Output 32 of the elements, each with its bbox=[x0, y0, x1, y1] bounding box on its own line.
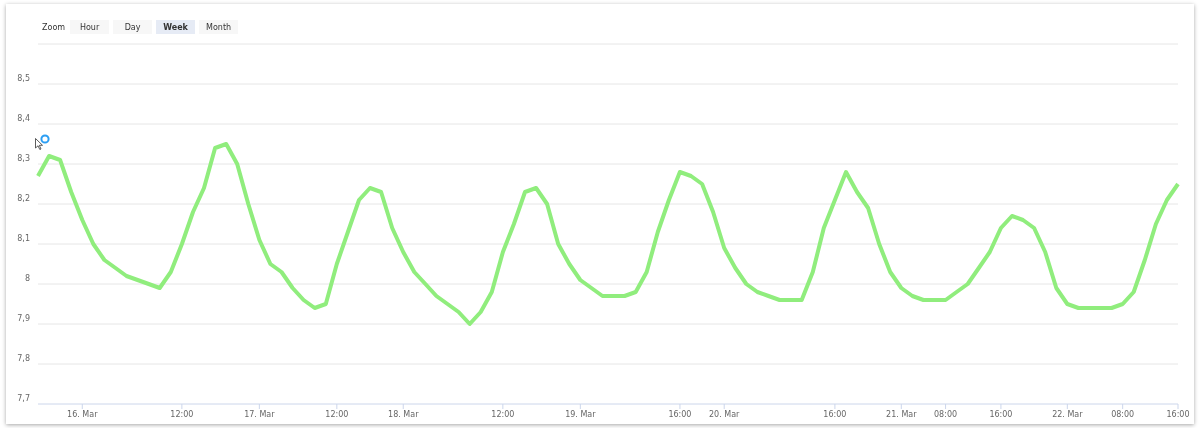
x-tick-label: 17. Mar bbox=[244, 410, 275, 419]
zoom-button[interactable]: Month bbox=[199, 20, 239, 34]
x-tick-label: 16:00 bbox=[989, 410, 1013, 419]
x-tick-label: 08:00 bbox=[934, 410, 958, 419]
zoom-label: Zoom bbox=[42, 22, 66, 32]
x-tick-label: 20. Mar bbox=[709, 410, 740, 419]
zoom-button[interactable]: Hour bbox=[70, 20, 110, 34]
y-tick-label: 8,5 bbox=[17, 74, 30, 83]
y-tick-label: 8,1 bbox=[17, 234, 30, 243]
x-tick-label: 21. Mar bbox=[886, 410, 917, 419]
x-tick-label: 18. Mar bbox=[388, 410, 419, 419]
x-tick-label: 16:00 bbox=[668, 410, 692, 419]
cursor-icon bbox=[35, 138, 43, 150]
zoom-button[interactable]: Day bbox=[113, 20, 153, 34]
x-tick-label: 16:00 bbox=[1166, 410, 1190, 419]
y-tick-label: 8 bbox=[24, 274, 30, 283]
x-tick-label: 16:00 bbox=[823, 410, 847, 419]
x-tick-label: 22. Mar bbox=[1052, 410, 1083, 419]
x-tick-label: 12:00 bbox=[170, 410, 194, 419]
x-tick-label: 12:00 bbox=[325, 410, 349, 419]
y-tick-label: 8,4 bbox=[17, 114, 30, 123]
ring-icon bbox=[40, 134, 50, 144]
y-tick-label: 7,7 bbox=[17, 394, 30, 403]
x-tick-label: 19. Mar bbox=[565, 410, 596, 419]
y-tick-label: 8,2 bbox=[17, 194, 30, 203]
zoom-button[interactable]: Week bbox=[156, 20, 196, 34]
y-tick-label: 8,3 bbox=[17, 154, 30, 163]
x-tick-label: 12:00 bbox=[491, 410, 515, 419]
x-tick-label: 16. Mar bbox=[67, 410, 98, 419]
x-tick-label: 08:00 bbox=[1111, 410, 1135, 419]
y-tick-label: 7,8 bbox=[17, 354, 30, 363]
y-tick-label: 7,9 bbox=[17, 314, 30, 323]
